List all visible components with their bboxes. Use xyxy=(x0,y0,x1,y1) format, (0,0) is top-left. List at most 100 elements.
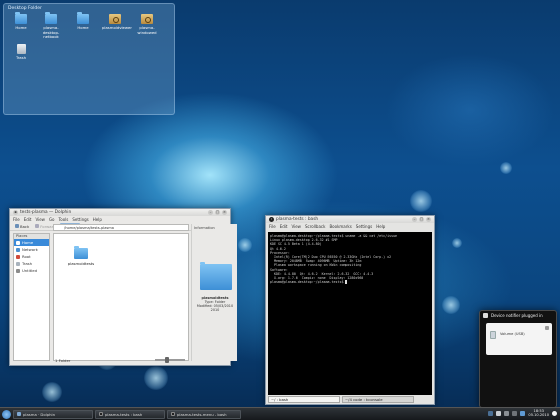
menu-tools[interactable]: Tools xyxy=(59,217,69,222)
desktop-icon-label: plasma-desktop-netbook xyxy=(42,25,60,39)
pager-icon[interactable] xyxy=(488,410,494,416)
menu-help[interactable]: Help xyxy=(93,217,102,222)
application-icon xyxy=(141,14,153,24)
volume-icon[interactable] xyxy=(512,410,518,416)
trash-icon xyxy=(16,261,20,266)
usb-drive-icon xyxy=(490,331,496,339)
terminal-icon xyxy=(171,412,175,416)
folder-icon xyxy=(15,12,27,24)
info-header: Information xyxy=(194,226,215,230)
places-panel: Places Home Network Root Trash Untitled xyxy=(13,233,50,361)
folder-icon xyxy=(74,246,88,259)
menu-view[interactable]: View xyxy=(291,224,301,229)
task-label: plasma-tests-menu - bash xyxy=(177,411,227,417)
folder-icon xyxy=(45,12,57,24)
places-item-root[interactable]: Root xyxy=(14,253,49,260)
close-button[interactable]: × xyxy=(426,217,431,222)
device-notifier-icon[interactable] xyxy=(496,410,502,416)
device-notifier-popup[interactable]: Device notifier plugged in Volume (USB) xyxy=(479,310,557,408)
application-icon xyxy=(109,14,121,24)
network-icon xyxy=(16,247,20,252)
home-icon xyxy=(16,240,20,245)
desktop-icon-trash[interactable]: Trash xyxy=(8,44,34,61)
network-icon[interactable] xyxy=(520,410,526,416)
cashew-icon[interactable] xyxy=(552,410,557,416)
menu-view[interactable]: View xyxy=(35,217,45,222)
menu-file[interactable]: File xyxy=(269,224,276,229)
places-item-label: Root xyxy=(22,254,31,259)
bokeh-light xyxy=(144,366,168,390)
dolphin-titlebar[interactable]: ▪ tests-plasma — Dolphin – □ × xyxy=(10,209,230,216)
menu-go[interactable]: Go xyxy=(49,217,55,222)
task-label: plasma · Dolphin xyxy=(23,411,55,417)
places-item-home[interactable]: Home xyxy=(14,239,49,246)
terminal-titlebar[interactable]: › plasma-tests : bash – □ × xyxy=(266,216,434,223)
info-line: 2010 xyxy=(210,308,220,312)
menu-settings[interactable]: Settings xyxy=(356,224,372,229)
menu-file[interactable]: File xyxy=(13,217,20,222)
file-item-plasmoidtests[interactable]: plasmoidtests xyxy=(66,246,96,266)
desktop-folder-view[interactable]: Desktop Folder Home plasma-desktop-netbo… xyxy=(3,3,175,115)
bokeh-light xyxy=(452,238,462,248)
location-bar[interactable]: /home/plasma/tests-plasma xyxy=(53,224,189,231)
maximize-button[interactable]: □ xyxy=(419,217,424,222)
dolphin-icon xyxy=(17,412,21,416)
terminal-icon xyxy=(99,412,103,416)
folder-view-title: Desktop Folder xyxy=(8,6,42,11)
file-view[interactable]: plasmoidtests xyxy=(53,233,189,361)
minimize-button[interactable]: – xyxy=(208,210,213,215)
app-menu-icon[interactable]: ▪ xyxy=(13,210,18,215)
minimize-button[interactable]: – xyxy=(412,217,417,222)
bokeh-light xyxy=(442,296,460,314)
desktop-icon-label: Home xyxy=(77,25,89,30)
terminal-menubar: File Edit View Scrollback Bookmarks Sett… xyxy=(266,223,434,229)
desktop-icon-plasma-desktop-netbook[interactable]: plasma-desktop-netbook xyxy=(38,12,64,40)
task-terminal-menu[interactable]: plasma-tests-menu - bash xyxy=(167,409,241,419)
desktop-icon-label: plasmoidviewer xyxy=(102,25,132,30)
terminal-tab-2[interactable]: ~/4 code : kconsole xyxy=(342,396,414,403)
places-item-label: Home xyxy=(22,240,34,245)
desktop-icon-label: plasma-windowed xyxy=(137,25,157,35)
terminal-window[interactable]: › plasma-tests : bash – □ × File Edit Vi… xyxy=(265,215,435,405)
terminal-tab-1[interactable]: ~/ : bash xyxy=(268,396,340,403)
desktop-icon-home[interactable]: Home xyxy=(8,12,34,31)
prompt-text: plasma@plasma-desktop:~/plasma-tests$ xyxy=(270,280,346,285)
menu-scrollback[interactable]: Scrollback xyxy=(305,224,325,229)
maximize-button[interactable]: □ xyxy=(215,210,220,215)
places-item-untitled[interactable]: Untitled xyxy=(14,267,49,274)
task-terminal[interactable]: plasma-tests : bash xyxy=(95,409,165,419)
window-title: plasma-tests : bash xyxy=(276,217,319,222)
system-tray: 18:53 05.10.2010 xyxy=(488,409,557,417)
menu-edit[interactable]: Edit xyxy=(280,224,288,229)
dolphin-window[interactable]: ▪ tests-plasma — Dolphin – □ × File Edit… xyxy=(9,208,237,366)
folder-red-icon xyxy=(16,254,20,259)
back-button[interactable]: Back xyxy=(13,223,31,230)
kde-kickoff-icon[interactable] xyxy=(2,409,11,419)
menu-bookmarks[interactable]: Bookmarks xyxy=(329,224,351,229)
close-button[interactable]: × xyxy=(222,210,227,215)
information-panel: Information plasmoidtests Type: Folder M… xyxy=(191,224,237,361)
device-card[interactable]: Volume (USB) xyxy=(486,323,552,355)
clock-date: 05.10.2010 xyxy=(528,413,549,417)
zoom-slider-handle[interactable] xyxy=(165,357,169,363)
terminal-output[interactable]: plasma@plasma-desktop:~/plasma-tests$ un… xyxy=(268,232,432,395)
desktop-icon-label: Trash xyxy=(15,55,27,60)
places-item-trash[interactable]: Trash xyxy=(14,260,49,267)
desktop-icon-plasmoidviewer[interactable]: plasmoidviewer xyxy=(102,14,132,31)
menu-settings[interactable]: Settings xyxy=(72,217,88,222)
clock[interactable]: 18:53 05.10.2010 xyxy=(528,409,549,417)
desktop-icon-plasma-windowed[interactable]: plasma-windowed xyxy=(134,14,160,35)
menu-edit[interactable]: Edit xyxy=(24,217,32,222)
places-item-label: Network xyxy=(22,247,38,252)
app-menu-icon[interactable]: › xyxy=(269,217,274,222)
desktop-icon-home-2[interactable]: Home xyxy=(70,12,96,31)
places-item-network[interactable]: Network xyxy=(14,246,49,253)
zoom-slider[interactable] xyxy=(155,357,185,363)
terminal-prompt: plasma@plasma-desktop:~/plasma-tests$ xyxy=(270,280,430,284)
klipper-icon[interactable] xyxy=(504,410,510,416)
drive-icon xyxy=(16,268,20,273)
task-dolphin[interactable]: plasma · Dolphin xyxy=(13,409,93,419)
menu-help[interactable]: Help xyxy=(376,224,385,229)
eject-icon[interactable] xyxy=(545,326,549,330)
file-item-label: plasmoidtests xyxy=(67,261,95,266)
